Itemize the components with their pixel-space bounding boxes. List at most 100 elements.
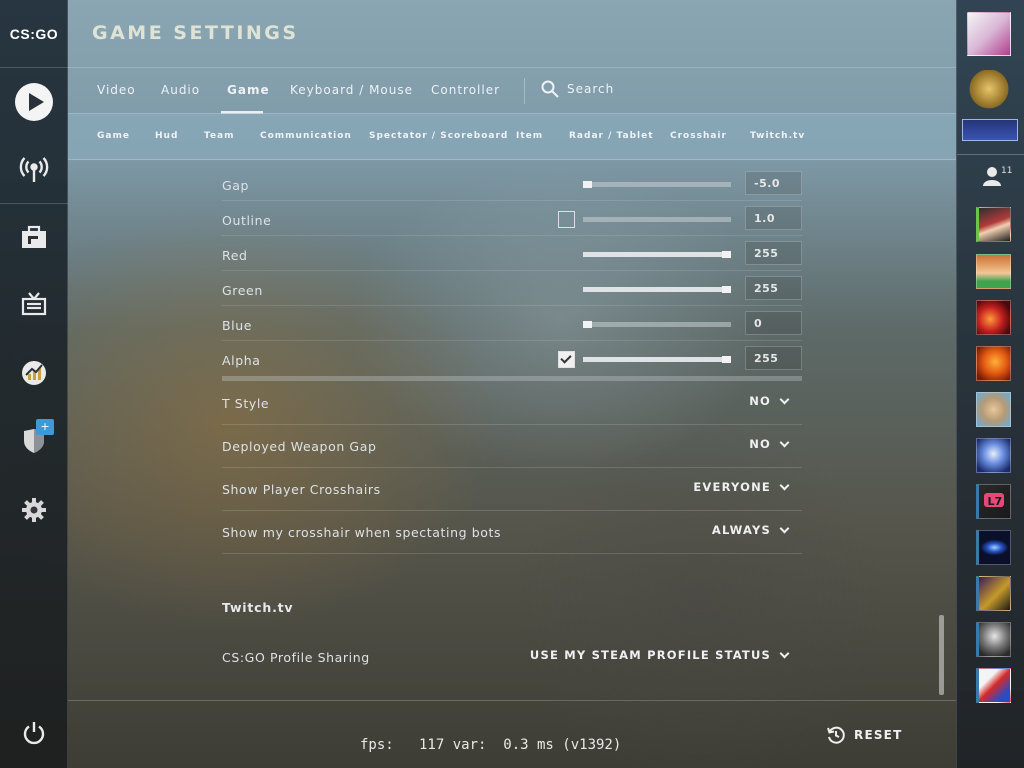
quit-button[interactable]	[14, 713, 54, 753]
tab-game[interactable]: Game	[227, 83, 270, 97]
chevron-down-icon	[779, 648, 790, 658]
fps-readout: fps: 117 var: 0.3 ms (v1392)	[360, 737, 622, 753]
checkmark-icon	[560, 352, 572, 364]
outline-value-input[interactable]: 1.0	[745, 206, 802, 230]
slider-handle[interactable]	[722, 286, 731, 293]
settings-icon	[22, 498, 46, 522]
friends-icon	[983, 167, 1001, 186]
setting-label: Alpha	[222, 353, 261, 368]
divider	[68, 159, 956, 160]
divider	[0, 203, 68, 204]
subtab-game[interactable]: Game	[97, 131, 130, 141]
red-value-input[interactable]: 255	[745, 241, 802, 265]
setting-row-t-style: T Style NO	[222, 382, 802, 425]
show-player-crosshairs-dropdown[interactable]: EVERYONE	[693, 480, 790, 494]
friends-rail: 11 L7	[956, 0, 1024, 768]
dropdown-value: USE MY STEAM PROFILE STATUS	[529, 648, 771, 662]
friend-avatar[interactable]	[976, 530, 1011, 565]
play-button[interactable]	[14, 82, 54, 122]
subtab-spectator-scoreboard[interactable]: Spectator / Scoreboard	[369, 131, 508, 141]
content-scrollbar[interactable]	[939, 615, 944, 695]
setting-row-gap: Gap -5.0	[222, 166, 802, 201]
chevron-down-icon	[779, 523, 790, 533]
alpha-checkbox[interactable]	[558, 351, 575, 368]
broadcast-icon	[19, 157, 49, 182]
player-avatar[interactable]	[967, 12, 1011, 56]
subtab-communication[interactable]: Communication	[260, 131, 352, 141]
watch-button[interactable]	[14, 285, 54, 325]
gap-value-input[interactable]: -5.0	[745, 171, 802, 195]
search-icon	[541, 80, 559, 98]
setting-row-profile-sharing: CS:GO Profile Sharing USE MY STEAM PROFI…	[222, 634, 802, 677]
dropdown-value: EVERYONE	[693, 480, 771, 494]
spectating-bots-crosshair-dropdown[interactable]: ALWAYS	[712, 523, 790, 537]
blue-value-input[interactable]: 0	[745, 311, 802, 335]
outline-checkbox[interactable]	[558, 211, 575, 228]
inventory-icon	[22, 225, 46, 248]
setting-row-show-player-crosshairs: Show Player Crosshairs EVERYONE	[222, 468, 802, 511]
gap-slider[interactable]	[583, 181, 731, 188]
tab-keyboard-mouse[interactable]: Keyboard / Mouse	[290, 83, 413, 97]
main-tab-bar: Video Audio Game Keyboard / Mouse Contro…	[68, 68, 956, 114]
alpha-slider[interactable]	[583, 356, 731, 363]
rank-badge[interactable]	[967, 70, 1011, 112]
tab-audio[interactable]: Audio	[161, 83, 200, 97]
setting-row-spectating-bots-crosshair: Show my crosshair when spectating bots A…	[222, 511, 802, 554]
csgo-logo[interactable]: CS:GO	[0, 0, 68, 68]
stats-icon	[22, 361, 46, 385]
search-button[interactable]: Search	[541, 80, 614, 98]
subtab-team[interactable]: Team	[204, 131, 235, 141]
alpha-value-input[interactable]: 255	[745, 346, 802, 370]
profile-sharing-dropdown[interactable]: USE MY STEAM PROFILE STATUS	[529, 648, 790, 662]
setting-label: Deployed Weapon Gap	[222, 439, 377, 454]
slider-handle[interactable]	[583, 181, 592, 188]
friend-avatar[interactable]	[976, 668, 1011, 703]
slider-handle[interactable]	[722, 251, 731, 258]
green-value-input[interactable]: 255	[745, 276, 802, 300]
red-slider[interactable]	[583, 251, 731, 258]
subtab-crosshair[interactable]: Crosshair	[670, 131, 727, 141]
inventory-button[interactable]	[14, 218, 54, 258]
friend-avatar[interactable]	[976, 392, 1011, 427]
reset-label: RESET	[854, 728, 903, 742]
power-icon	[23, 722, 45, 745]
friend-avatar[interactable]	[976, 254, 1011, 289]
setting-row-alpha: Alpha 255	[222, 341, 802, 376]
subtab-hud[interactable]: Hud	[155, 131, 178, 141]
stats-button[interactable]	[14, 353, 54, 393]
friend-avatar[interactable]	[976, 300, 1011, 335]
divider	[957, 154, 1024, 155]
subtab-item[interactable]: Item	[516, 131, 543, 141]
setting-label: Outline	[222, 213, 272, 228]
dropdown-value: NO	[749, 437, 771, 451]
t-style-dropdown[interactable]: NO	[749, 394, 790, 408]
settings-button[interactable]	[14, 490, 54, 530]
blue-slider[interactable]	[583, 321, 731, 328]
friend-avatar[interactable]	[976, 622, 1011, 657]
slider-handle[interactable]	[722, 356, 731, 363]
friend-avatar[interactable]: L7	[976, 484, 1011, 519]
reset-history-icon	[827, 726, 845, 744]
green-slider[interactable]	[583, 286, 731, 293]
dropdown-value: NO	[749, 394, 771, 408]
setting-label: Show my crosshair when spectating bots	[222, 525, 502, 540]
tab-controller[interactable]: Controller	[431, 83, 500, 97]
outline-slider[interactable]	[583, 217, 731, 222]
subtab-twitch-tv[interactable]: Twitch.tv	[750, 131, 805, 141]
left-navigation-rail: CS:GO +	[0, 0, 68, 768]
tab-video[interactable]: Video	[97, 83, 136, 97]
subtab-radar-tablet[interactable]: Radar / Tablet	[569, 131, 654, 141]
team-logo-icon: L7	[984, 493, 1004, 508]
slider-handle[interactable]	[583, 321, 592, 328]
friend-avatar[interactable]	[976, 346, 1011, 381]
divider	[524, 78, 525, 104]
friend-avatar[interactable]	[976, 207, 1011, 242]
broadcast-button[interactable]	[14, 149, 54, 189]
setting-label: Blue	[222, 318, 253, 333]
deployed-weapon-gap-dropdown[interactable]: NO	[749, 437, 790, 451]
friend-avatar[interactable]	[976, 576, 1011, 611]
setting-label: Red	[222, 248, 248, 263]
friend-avatar[interactable]	[976, 438, 1011, 473]
reset-button[interactable]: RESET	[826, 725, 902, 745]
weapon-coin[interactable]	[962, 119, 1018, 141]
